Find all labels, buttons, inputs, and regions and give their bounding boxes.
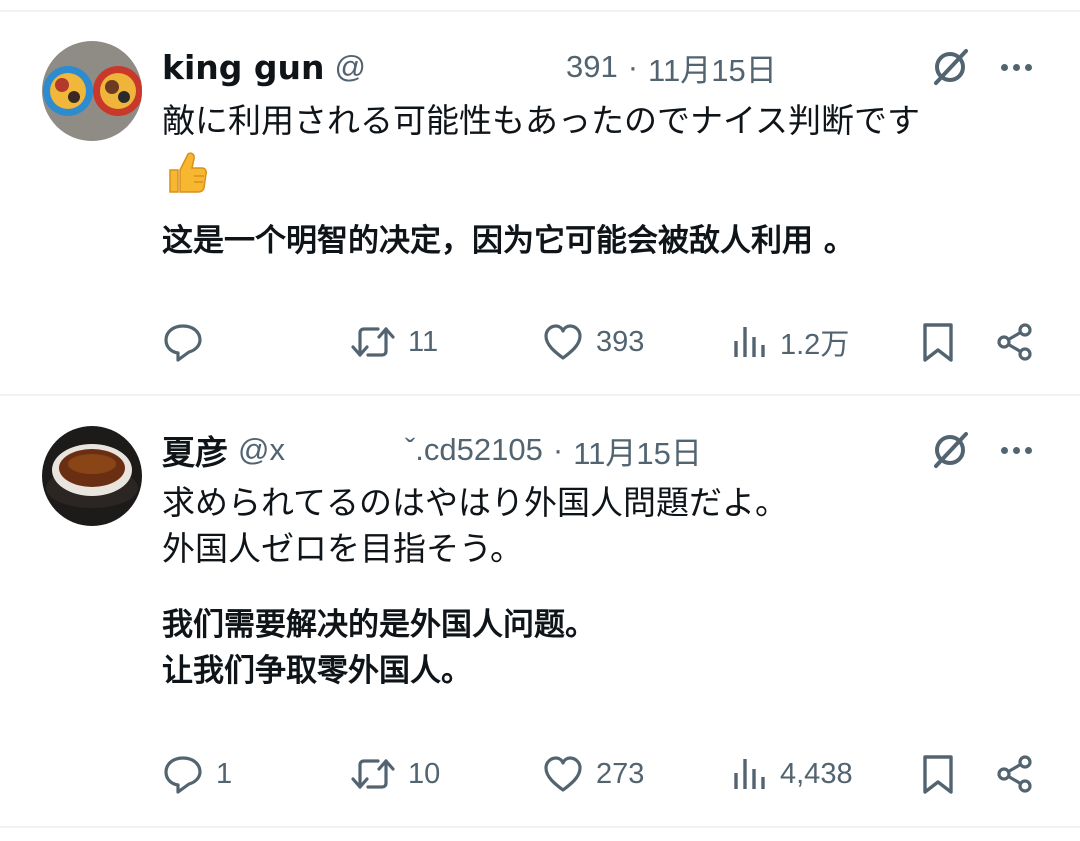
tweet-header: 夏彦 @x ˇ.cd52105 · 11月15日 bbox=[162, 428, 702, 473]
translation-text: 这是一个明智的决定，因为它可能会被敌人利用 。 bbox=[162, 223, 855, 259]
handle-redaction bbox=[284, 434, 405, 469]
author-handle[interactable]: @391 bbox=[334, 49, 618, 86]
timestamp[interactable]: 11月15日 bbox=[573, 428, 702, 473]
tweet-2[interactable]: 夏彦 @x ˇ.cd52105 · 11月15日 求められてるのはやはり外国人問題… bbox=[0, 396, 1080, 826]
share-icon bbox=[997, 323, 1032, 361]
retweet-button[interactable]: 10 bbox=[350, 749, 440, 799]
author-name[interactable]: king gun bbox=[162, 48, 324, 87]
like-count: 273 bbox=[596, 757, 645, 790]
more-options-icon[interactable] bbox=[996, 47, 1036, 87]
share-button[interactable] bbox=[994, 317, 1036, 367]
retweet-count: 11 bbox=[408, 325, 439, 358]
like-count: 393 bbox=[596, 325, 645, 358]
retweet-icon bbox=[351, 327, 395, 357]
views-button[interactable]: 4,438 bbox=[732, 749, 853, 799]
handle-redaction bbox=[365, 51, 566, 86]
retweet-count: 10 bbox=[408, 757, 441, 790]
views-icon bbox=[734, 327, 765, 357]
retweet-button[interactable]: 11 bbox=[350, 317, 438, 367]
view-count: 4,438 bbox=[780, 757, 853, 790]
more-options-icon[interactable] bbox=[996, 430, 1036, 470]
avatar[interactable] bbox=[42, 426, 142, 526]
separator-dot: · bbox=[627, 49, 639, 84]
translation-text: 我们需要解决的是外国人问题。 让我们争取零外国人。 bbox=[162, 607, 596, 689]
bookmark-button[interactable] bbox=[918, 749, 958, 799]
tweet-header: king gun @391 · 11月15日 bbox=[162, 45, 777, 90]
bottom-divider bbox=[0, 826, 1080, 828]
views-button[interactable]: 1.2万 bbox=[732, 317, 849, 367]
action-bar: 11 393 1.2万 bbox=[0, 317, 1080, 367]
separator-dot: · bbox=[552, 432, 564, 467]
reply-button[interactable]: 1 bbox=[162, 749, 232, 799]
reply-count: 1 bbox=[216, 757, 233, 790]
tweet-1[interactable]: king gun @391 · 11月15日 敵に利用される可能性もあったのでナ… bbox=[0, 0, 1080, 394]
bookmark-button[interactable] bbox=[918, 317, 958, 367]
reply-icon bbox=[164, 324, 202, 362]
retweet-icon bbox=[351, 759, 395, 789]
view-count: 1.2万 bbox=[780, 329, 850, 361]
thumbs-up-icon bbox=[164, 150, 208, 196]
timestamp[interactable]: 11月15日 bbox=[648, 45, 777, 90]
author-name[interactable]: 夏彦 bbox=[162, 426, 228, 474]
views-icon bbox=[734, 759, 765, 789]
reply-icon bbox=[164, 756, 202, 794]
bookmark-icon bbox=[923, 323, 953, 362]
grok-icon[interactable] bbox=[928, 45, 972, 89]
share-icon bbox=[997, 755, 1032, 793]
heart-icon bbox=[544, 324, 582, 360]
action-bar: 1 10 273 4,438 bbox=[0, 749, 1080, 799]
avatar[interactable] bbox=[42, 41, 142, 141]
share-button[interactable] bbox=[994, 749, 1036, 799]
heart-icon bbox=[544, 756, 582, 792]
tweet-text: 求められてるのはやはり外国人問題だよ。 外国人ゼロを目指そう。 bbox=[162, 483, 789, 568]
bookmark-icon bbox=[923, 755, 953, 794]
like-button[interactable]: 273 bbox=[542, 749, 644, 799]
reply-button[interactable] bbox=[162, 317, 216, 367]
author-handle[interactable]: @x ˇ.cd52105 bbox=[238, 432, 543, 469]
tweet-text: 敵に利用される可能性もあったのでナイス判断です bbox=[162, 101, 921, 140]
grok-icon[interactable] bbox=[928, 428, 972, 472]
like-button[interactable]: 393 bbox=[542, 317, 644, 367]
